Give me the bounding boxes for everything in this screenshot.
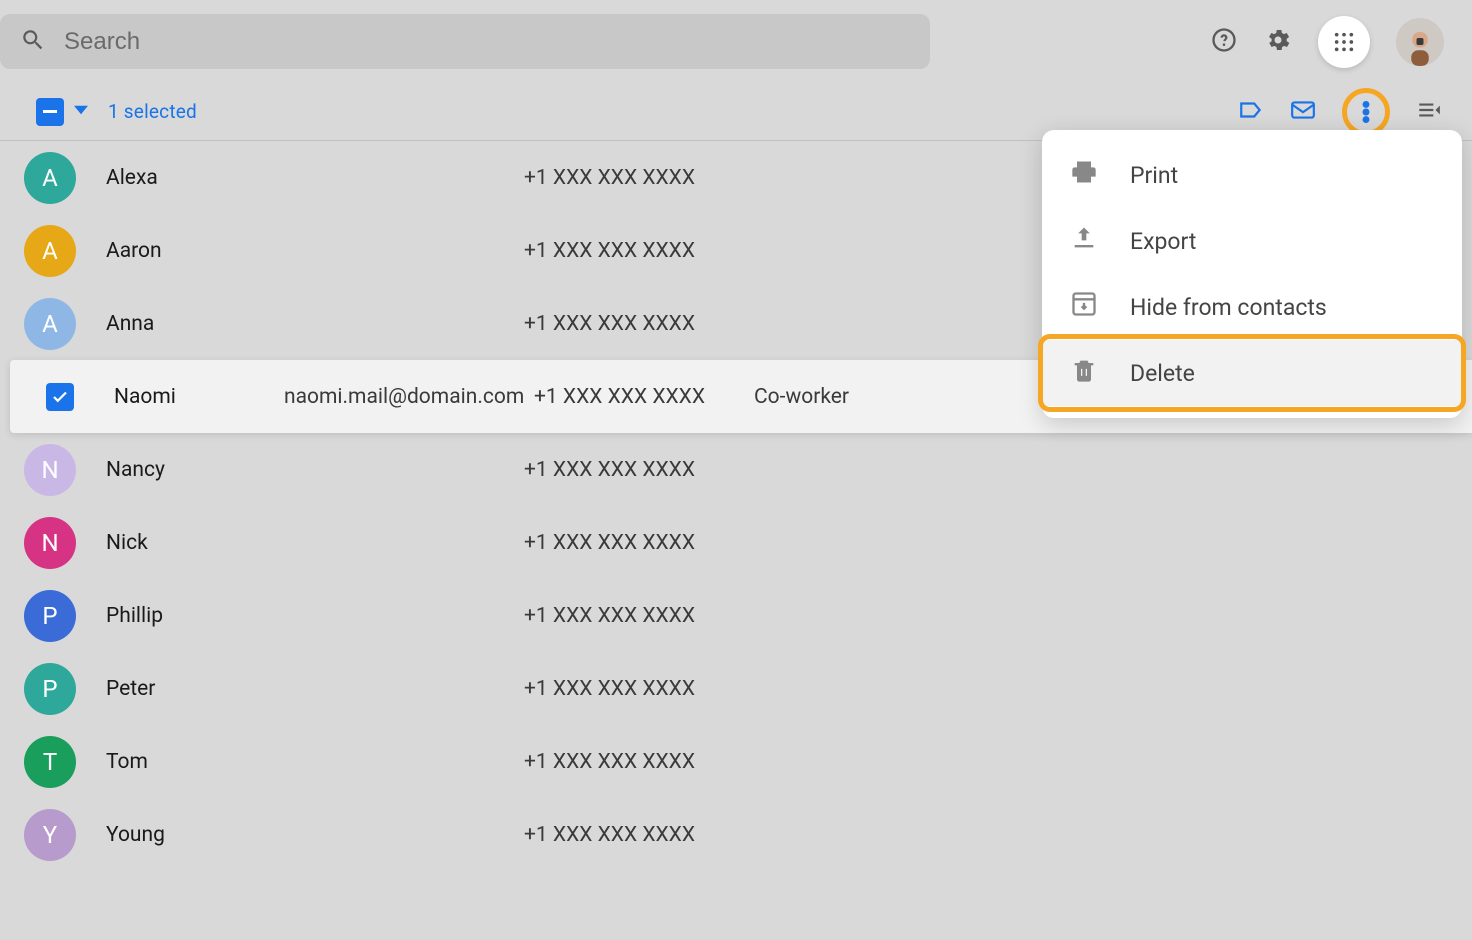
contact-avatar: T — [24, 736, 76, 788]
contact-phone: +1 XXX XXX XXXX — [524, 823, 744, 847]
contact-phone: +1 XXX XXX XXXX — [524, 604, 744, 628]
contact-name: Phillip — [106, 604, 163, 628]
contact-phone: +1 XXX XXX XXXX — [524, 239, 744, 263]
selection-count: 1 selected — [108, 100, 197, 123]
selection-actions — [1238, 88, 1442, 136]
contact-avatar: N — [24, 444, 76, 496]
side-panel-toggle-icon[interactable] — [1416, 97, 1442, 127]
email-icon[interactable] — [1290, 97, 1316, 127]
menu-item-print[interactable]: Print — [1042, 142, 1462, 208]
contact-phone: +1 XXX XXX XXXX — [534, 385, 754, 409]
contact-avatar: Y — [24, 809, 76, 861]
contact-name: Naomi — [114, 385, 176, 409]
contact-avatar: P — [24, 663, 76, 715]
contact-phone: +1 XXX XXX XXXX — [524, 677, 744, 701]
contact-name: Nick — [106, 531, 148, 555]
tutorial-highlight-ring — [1342, 88, 1390, 136]
contact-row[interactable]: P Peter +1 XXX XXX XXXX — [0, 652, 1472, 725]
more-actions-menu: Print Export Hide from contacts Delete — [1042, 130, 1462, 418]
contact-name: Nancy — [106, 458, 165, 482]
search-input[interactable] — [64, 28, 910, 56]
contact-avatar: A — [24, 152, 76, 204]
contact-email: naomi.mail@domain.com — [284, 385, 534, 409]
hide-icon — [1070, 290, 1098, 324]
help-icon[interactable] — [1210, 26, 1238, 58]
contact-phone: +1 XXX XXX XXXX — [524, 750, 744, 774]
search-box[interactable] — [0, 14, 930, 69]
contact-row[interactable]: N Nancy +1 XXX XXX XXXX — [0, 433, 1472, 506]
contact-phone: +1 XXX XXX XXXX — [524, 531, 744, 555]
contact-name: Tom — [106, 750, 148, 774]
menu-item-label: Export — [1130, 228, 1196, 255]
contact-avatar: N — [24, 517, 76, 569]
gear-icon[interactable] — [1264, 26, 1292, 58]
contact-phone: +1 XXX XXX XXXX — [524, 458, 744, 482]
menu-item-delete[interactable]: Delete — [1042, 340, 1462, 406]
contact-avatar: A — [24, 225, 76, 277]
contact-avatar: P — [24, 590, 76, 642]
contact-name: Aaron — [106, 239, 162, 263]
delete-icon — [1070, 356, 1098, 390]
contact-name: Alexa — [106, 166, 158, 190]
export-icon — [1070, 224, 1098, 258]
contact-row[interactable]: T Tom +1 XXX XXX XXXX — [0, 725, 1472, 798]
select-all-checkbox[interactable] — [36, 98, 64, 126]
search-icon — [20, 27, 46, 57]
contact-row[interactable]: P Phillip +1 XXX XXX XXXX — [0, 579, 1472, 652]
contact-name: Young — [106, 823, 165, 847]
label-icon[interactable] — [1238, 97, 1264, 127]
contact-phone: +1 XXX XXX XXXX — [524, 166, 744, 190]
row-checkbox[interactable] — [46, 383, 74, 411]
menu-item-label: Print — [1130, 162, 1178, 189]
print-icon — [1070, 158, 1098, 192]
topbar — [0, 0, 1472, 83]
menu-item-label: Hide from contacts — [1130, 294, 1327, 321]
apps-icon[interactable] — [1318, 16, 1370, 68]
contact-phone: +1 XXX XXX XXXX — [524, 312, 744, 336]
menu-item-label: Delete — [1130, 360, 1195, 387]
contact-row[interactable]: N Nick +1 XXX XXX XXXX — [0, 506, 1472, 579]
contact-name: Anna — [106, 312, 154, 336]
menu-item-hide[interactable]: Hide from contacts — [1042, 274, 1462, 340]
contact-avatar: A — [24, 298, 76, 350]
contact-row[interactable]: Y Young +1 XXX XXX XXXX — [0, 798, 1472, 871]
select-dropdown-icon[interactable] — [74, 102, 88, 121]
contact-label: Co-worker — [754, 385, 954, 409]
more-actions-button[interactable] — [1342, 88, 1390, 136]
menu-item-export[interactable]: Export — [1042, 208, 1462, 274]
contact-name: Peter — [106, 677, 155, 701]
topbar-right — [1210, 16, 1472, 68]
tutorial-highlight-rect — [1038, 334, 1466, 412]
account-avatar[interactable] — [1396, 18, 1444, 66]
